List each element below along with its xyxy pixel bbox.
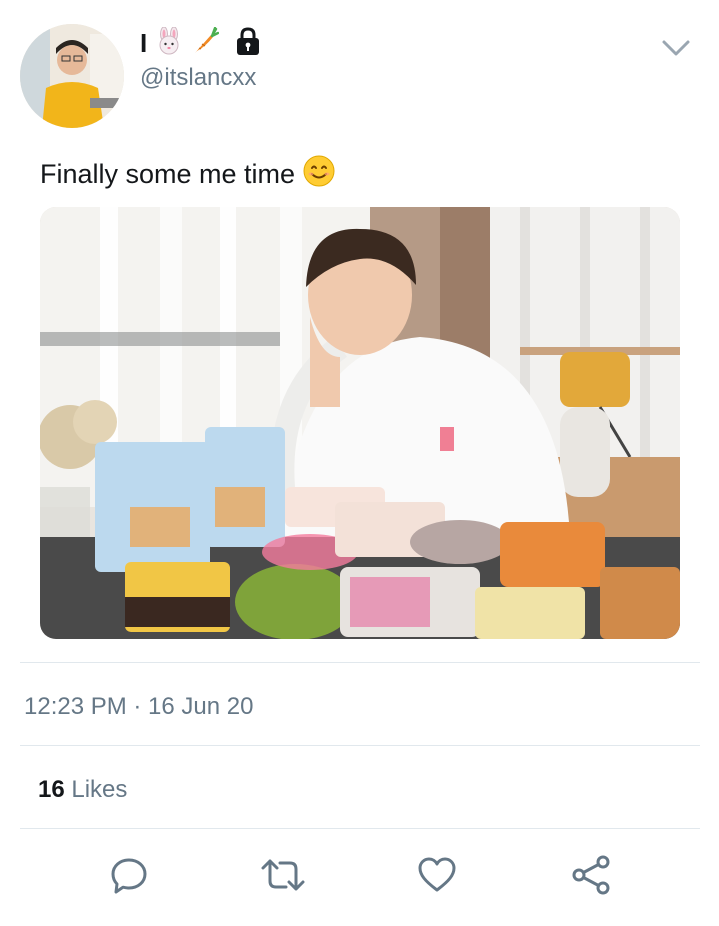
likes-count: 16 xyxy=(38,776,65,803)
tweet-text: Finally some me time xyxy=(40,159,296,189)
chevron-down-icon[interactable] xyxy=(660,34,692,62)
divider xyxy=(20,828,700,829)
carrot-icon xyxy=(191,26,220,60)
reply-icon xyxy=(107,853,151,902)
tweet-text-row: Finally some me time xyxy=(40,155,335,194)
divider xyxy=(20,662,700,663)
like-icon xyxy=(415,853,459,902)
tweet-timestamp[interactable]: 12:23 PM · 16 Jun 20 xyxy=(24,693,253,721)
share-button[interactable] xyxy=(569,855,613,899)
avatar[interactable] xyxy=(20,24,124,128)
user-handle[interactable]: @itslancxx xyxy=(140,64,256,92)
reply-button[interactable] xyxy=(107,855,151,899)
divider xyxy=(20,745,700,746)
likes-label: Likes xyxy=(71,776,128,803)
rabbit-face-icon xyxy=(155,26,183,60)
retweet-button[interactable] xyxy=(261,855,305,899)
tweet-photo-image xyxy=(40,207,680,639)
avatar-image xyxy=(20,24,124,128)
like-button[interactable] xyxy=(415,855,459,899)
retweet-icon xyxy=(259,853,307,902)
lock-icon xyxy=(233,25,263,62)
tweet-photo[interactable] xyxy=(40,207,680,639)
display-name[interactable]: I xyxy=(140,28,147,59)
share-icon xyxy=(569,853,613,902)
user-name-row[interactable]: I xyxy=(140,26,263,60)
smiling-face-icon xyxy=(303,155,335,194)
likes-count-row[interactable]: 16 Likes xyxy=(38,776,127,804)
